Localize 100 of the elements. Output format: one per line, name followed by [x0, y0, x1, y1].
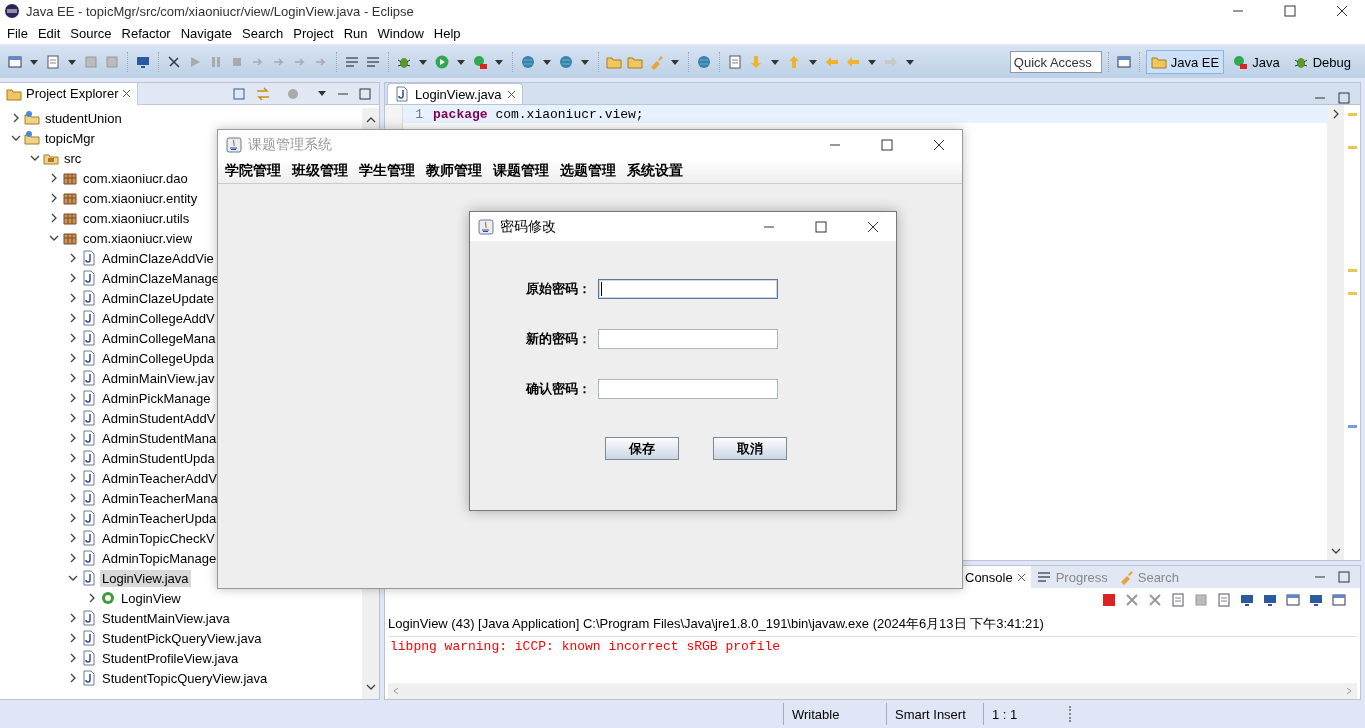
tree-item[interactable]: AdminCollegeUpda: [100, 349, 216, 367]
tree-item[interactable]: AdminCollegeMana: [100, 329, 218, 347]
menu-item[interactable]: 系统设置: [622, 162, 689, 180]
tree-item[interactable]: StudentProfileView.java: [100, 649, 241, 667]
tree-item[interactable]: studentUnion: [43, 109, 124, 127]
dropdown-caret-icon[interactable]: [671, 59, 679, 65]
perspective-button[interactable]: Java: [1227, 50, 1285, 74]
console-line: libpng warning: iCCP: known incorrect sRGB profile: [390, 639, 782, 654]
tree-item[interactable]: AdminMainView.jav: [100, 369, 217, 387]
tree-item[interactable]: StudentPickQueryView.java: [100, 629, 264, 647]
run-icon[interactable]: [433, 53, 451, 71]
tree-item[interactable]: AdminTeacherAddV: [100, 469, 219, 487]
tree-item[interactable]: AdminClazeAddVie: [100, 249, 216, 267]
java-file-icon: [81, 390, 97, 406]
close-icon[interactable]: [506, 89, 516, 99]
java-file-icon: [81, 570, 97, 586]
dropdown-caret-icon[interactable]: [906, 59, 914, 65]
menu-item[interactable]: 班级管理: [287, 162, 354, 180]
password-field[interactable]: [598, 279, 778, 299]
dropdown-caret-icon[interactable]: [868, 59, 876, 65]
menu-item[interactable]: Refactor: [116, 23, 176, 43]
tree-item[interactable]: AdminClazeManage: [100, 269, 222, 287]
menu-item[interactable]: Navigate: [175, 23, 237, 43]
menu-item[interactable]: Search: [237, 23, 289, 43]
tree-item[interactable]: AdminCollegeAddV: [100, 309, 217, 327]
menu-item[interactable]: Window: [372, 23, 429, 43]
dropdown-caret-icon[interactable]: [581, 59, 589, 65]
tree-item[interactable]: com.xiaoniucr.view: [81, 229, 195, 247]
view-menu-icon[interactable]: [318, 91, 326, 96]
editor-tab[interactable]: LoginView.java: [387, 83, 523, 104]
tree-item[interactable]: StudentTopicQueryView.java: [100, 669, 270, 687]
tree-item[interactable]: com.xiaoniucr.entity: [81, 189, 200, 207]
new-window-icon[interactable]: [6, 53, 24, 71]
collapse-all-icon: [231, 85, 247, 102]
close-icon[interactable]: [1016, 572, 1026, 582]
menu-item[interactable]: 学生管理: [354, 162, 421, 180]
java-file-icon: [81, 470, 97, 486]
progress-icon: [1035, 569, 1052, 585]
chevron-down-icon: [365, 682, 376, 692]
scrollbar[interactable]: [1327, 105, 1344, 560]
password-field[interactable]: [598, 379, 778, 399]
open-perspective-icon[interactable]: [1114, 53, 1133, 71]
menu-item[interactable]: 学院管理: [220, 162, 287, 180]
dropdown-caret-icon[interactable]: [68, 59, 76, 65]
tree-item[interactable]: LoginView: [119, 589, 183, 607]
java-file-icon: [81, 250, 97, 266]
tree-item[interactable]: AdminStudentMana: [100, 429, 219, 447]
console-tab[interactable]: Console: [960, 566, 1031, 588]
dropdown-caret-icon[interactable]: [419, 59, 427, 65]
java-file-icon: [81, 430, 97, 446]
tree-item[interactable]: AdminStudentUpda: [100, 449, 217, 467]
dropdown-caret-icon[interactable]: [809, 59, 817, 65]
terminate-icon[interactable]: [1100, 591, 1118, 609]
restore-icon: [1284, 5, 1296, 17]
close-icon[interactable]: [122, 89, 132, 98]
close-icon: [1336, 5, 1348, 17]
tree-item[interactable]: topicMgr: [43, 129, 97, 147]
console-header: LoginView (43) [Java Application] C:\Program Files\Java\jre1.8.0_191\bin\javaw.exe (2024年6月13日 下午3:41:21): [387, 615, 1045, 633]
dialog-button[interactable]: 取消: [713, 437, 787, 460]
tree-item[interactable]: com.xiaoniucr.dao: [81, 169, 190, 187]
maximize-icon: [359, 87, 371, 100]
dropdown-caret-icon[interactable]: [495, 59, 503, 65]
scrollbar[interactable]: [388, 683, 1357, 699]
close-icon: [933, 138, 945, 151]
chevron-left-icon: [392, 687, 400, 695]
menu-item[interactable]: Help: [428, 23, 466, 43]
menu-item[interactable]: 教师管理: [421, 162, 488, 180]
dropdown-caret-icon[interactable]: [457, 59, 465, 65]
menu-item[interactable]: Run: [338, 23, 373, 43]
password-field[interactable]: [598, 329, 778, 349]
tree-item[interactable]: AdminTeacherUpda: [100, 509, 219, 527]
tree-item[interactable]: LoginView.java: [100, 569, 191, 587]
quick-access-field[interactable]: Quick Access: [1009, 51, 1102, 73]
menu-item[interactable]: Project: [288, 23, 339, 43]
menu-item[interactable]: Source: [65, 23, 117, 43]
dropdown-caret-icon[interactable]: [543, 59, 551, 65]
globe-icon[interactable]: [519, 53, 537, 71]
menu-item[interactable]: Edit: [32, 23, 66, 43]
java-file-icon: [81, 550, 97, 566]
tree-item[interactable]: StudentMainView.java: [100, 609, 232, 627]
tree-item[interactable]: AdminClazeUpdate: [100, 289, 216, 307]
tree-item[interactable]: com.xiaoniucr.utils: [81, 209, 192, 227]
menu-item[interactable]: File: [2, 23, 33, 43]
new-file-icon[interactable]: [44, 53, 62, 71]
menu-item[interactable]: 选题管理: [555, 162, 622, 180]
menu-item[interactable]: 课题管理: [488, 162, 555, 180]
dropdown-caret-icon[interactable]: [771, 59, 779, 65]
panel-tab[interactable]: Project Explorer: [0, 82, 139, 105]
tree-item[interactable]: AdminTeacherMana: [100, 489, 220, 507]
tree-item[interactable]: src: [62, 149, 84, 167]
tree-item[interactable]: AdminPickManage: [100, 389, 213, 407]
dialog-button[interactable]: 保存: [605, 437, 679, 460]
chevron-down-icon: [68, 573, 78, 583]
dropdown-caret-icon[interactable]: [30, 59, 38, 65]
perspective-button[interactable]: Java EE: [1145, 50, 1225, 74]
line-number: 1: [414, 106, 424, 122]
tree-item[interactable]: AdminTopicCheckV: [100, 529, 217, 547]
perspective-button[interactable]: Debug: [1287, 50, 1356, 74]
tree-item[interactable]: AdminTopicManage: [100, 549, 219, 567]
tree-item[interactable]: AdminStudentAddV: [100, 409, 218, 427]
